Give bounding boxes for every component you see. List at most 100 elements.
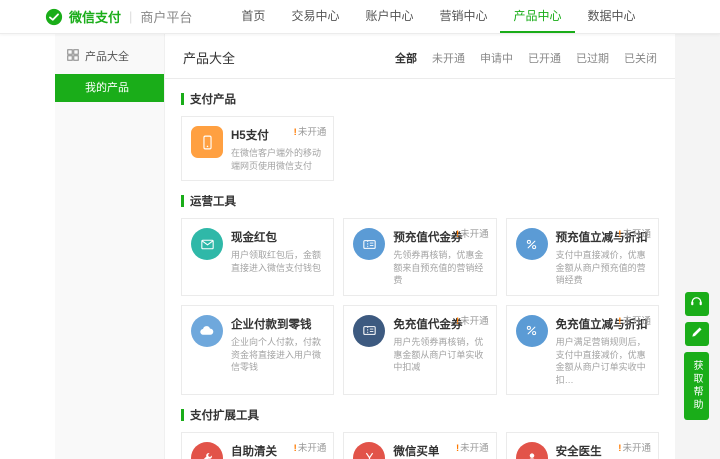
filter-link[interactable]: 已过期: [576, 50, 609, 66]
product-card[interactable]: 预充值代金券先领券再核销，优惠金额来自预充值的营销经费!未开通: [343, 218, 496, 296]
product-card[interactable]: 预充值立减与折扣支付中直接减价，优惠金额从商户预充值的营销经费!未开通: [506, 218, 659, 296]
nav-item[interactable]: 数据中心: [575, 0, 649, 33]
section-title: 支付产品: [181, 91, 659, 107]
badge-label: 未开通: [622, 316, 651, 327]
section-title: 支付扩展工具: [181, 407, 659, 423]
section-label: 支付产品: [190, 91, 236, 107]
coupon-icon: [353, 315, 385, 347]
section-accent-bar: [181, 93, 184, 105]
product-section: 支付扩展工具自助清关通过接口，直接将商品的支付信息发送至海关，提高报关效率!未开…: [181, 407, 659, 459]
wechat-pay-logo-icon: [45, 8, 63, 26]
right-gutter: 获取帮助: [675, 34, 720, 459]
grid-icon: [67, 49, 79, 64]
sidebar-header-label: 产品大全: [85, 48, 129, 64]
tools-icon: [191, 442, 223, 459]
feedback-button[interactable]: [685, 322, 709, 346]
portal-name: 商户平台: [140, 7, 192, 26]
customer-service-icon: [689, 294, 704, 314]
exclamation-icon: !: [456, 229, 459, 240]
page-body: 产品大全 我的产品 产品大全 全部未开通申请中已开通已过期已关闭 支付产品H5支…: [0, 34, 720, 459]
card-grid: H5支付在微信客户端外的移动端网页使用微信支付!未开通: [181, 116, 659, 181]
badge-label: 未开通: [298, 443, 327, 454]
top-nav: 首页交易中心账户中心营销中心产品中心数据中心: [228, 0, 648, 33]
nav-item[interactable]: 首页: [228, 0, 278, 33]
main-header: 产品大全 全部未开通申请中已开通已过期已关闭: [165, 34, 675, 79]
card-description: 先领券再核销，优惠金额来自预充值的营销经费: [393, 249, 486, 287]
yuan-icon: [353, 442, 385, 459]
brand-name: 微信支付: [69, 7, 121, 26]
main-panel: 产品大全 全部未开通申请中已开通已过期已关闭 支付产品H5支付在微信客户端外的移…: [165, 34, 675, 459]
logo-divider: |: [129, 9, 132, 24]
card-description: 支付中直接减价，优惠金额从商户预充值的营销经费: [556, 249, 649, 287]
exclamation-icon: !: [618, 443, 621, 454]
nav-item[interactable]: 账户中心: [352, 0, 426, 33]
product-card[interactable]: 企业付款到零钱企业向个人付款，付款资金将直接进入用户微信零钱: [181, 305, 334, 395]
badge-label: 未开通: [622, 229, 651, 240]
product-card[interactable]: 微信买单无需开发，通过手机就能完成相关交易设置并实现支付收款，对账等操作!未开通: [343, 432, 496, 459]
sections: 支付产品H5支付在微信客户端外的移动端网页使用微信支付!未开通运营工具现金红包用…: [165, 79, 675, 459]
customer-service-button[interactable]: [685, 292, 709, 316]
product-card[interactable]: 自助清关通过接口，直接将商品的支付信息发送至海关，提高报关效率!未开通: [181, 432, 334, 459]
status-badge: !未开通: [456, 313, 489, 327]
status-badge: !未开通: [456, 226, 489, 240]
card-grid: 自助清关通过接口，直接将商品的支付信息发送至海关，提高报关效率!未开通微信买单无…: [181, 432, 659, 459]
status-badge: !未开通: [618, 313, 651, 327]
logo[interactable]: 微信支付 | 商户平台: [45, 0, 192, 33]
badge-label: 未开通: [298, 127, 327, 138]
get-help-button[interactable]: 获取帮助: [684, 352, 709, 420]
sidebar: 产品大全 我的产品: [55, 34, 165, 459]
feedback-icon: [690, 325, 704, 344]
doctor-icon: [516, 442, 548, 459]
section-label: 支付扩展工具: [190, 407, 259, 423]
status-badge: !未开通: [456, 440, 489, 454]
mobile-icon: [191, 126, 223, 158]
section-accent-bar: [181, 409, 184, 421]
sidebar-item-label: 我的产品: [85, 82, 129, 94]
status-filters: 全部未开通申请中已开通已过期已关闭: [395, 50, 657, 66]
badge-label: 未开通: [460, 229, 489, 240]
discount-icon: [516, 228, 548, 260]
product-section: 支付产品H5支付在微信客户端外的移动端网页使用微信支付!未开通: [181, 91, 659, 181]
sidebar-item-my-products[interactable]: 我的产品: [55, 74, 164, 102]
left-gutter: [0, 34, 55, 459]
exclamation-icon: !: [294, 443, 297, 454]
badge-label: 未开通: [460, 443, 489, 454]
status-badge: !未开通: [618, 226, 651, 240]
product-card[interactable]: 免充值代金券用户先领券再核销，优惠金额从商户订单实收中扣减!未开通: [343, 305, 496, 395]
filter-link[interactable]: 申请中: [480, 50, 513, 66]
discount-icon: [516, 315, 548, 347]
product-card[interactable]: 免充值立减与折扣用户满足营销规则后，支付中直接减价，优惠金额从商户订单实收中扣……: [506, 305, 659, 395]
card-description: 企业向个人付款，付款资金将直接进入用户微信零钱: [231, 336, 324, 374]
product-card[interactable]: 现金红包用户领取红包后，金额直接进入微信支付钱包: [181, 218, 334, 296]
product-card[interactable]: 安全医生为商户发起的微信支付行业内风险扫描服务，安全诊断，出具修复建议!未开通: [506, 432, 659, 459]
nav-item[interactable]: 交易中心: [278, 0, 352, 33]
card-description: 在微信客户端外的移动端网页使用微信支付: [231, 147, 324, 172]
status-badge: !未开通: [294, 440, 327, 454]
exclamation-icon: !: [618, 229, 621, 240]
floating-toolbar: 获取帮助: [684, 292, 709, 420]
card-description: 用户领取红包后，金额直接进入微信支付钱包: [231, 249, 324, 274]
filter-link[interactable]: 全部: [395, 50, 417, 66]
badge-label: 未开通: [622, 443, 651, 454]
coupon-icon: [353, 228, 385, 260]
nav-item[interactable]: 产品中心: [500, 0, 574, 33]
exclamation-icon: !: [618, 316, 621, 327]
status-badge: !未开通: [294, 124, 327, 138]
filter-link[interactable]: 已关闭: [624, 50, 657, 66]
section-accent-bar: [181, 195, 184, 207]
product-card[interactable]: H5支付在微信客户端外的移动端网页使用微信支付!未开通: [181, 116, 334, 181]
card-grid: 现金红包用户领取红包后，金额直接进入微信支付钱包预充值代金券先领券再核销，优惠金…: [181, 218, 659, 395]
exclamation-icon: !: [456, 316, 459, 327]
filter-link[interactable]: 未开通: [432, 50, 465, 66]
product-section: 运营工具现金红包用户领取红包后，金额直接进入微信支付钱包预充值代金券先领券再核销…: [181, 193, 659, 395]
redpacket-icon: [191, 228, 223, 260]
sidebar-header: 产品大全: [55, 34, 164, 74]
nav-item[interactable]: 营销中心: [426, 0, 500, 33]
exclamation-icon: !: [456, 443, 459, 454]
filter-link[interactable]: 已开通: [528, 50, 561, 66]
card-title: 现金红包: [231, 229, 324, 245]
cloud-icon: [191, 315, 223, 347]
card-description: 用户先领券再核销，优惠金额从商户订单实收中扣减: [393, 336, 486, 374]
section-title: 运营工具: [181, 193, 659, 209]
exclamation-icon: !: [294, 127, 297, 138]
